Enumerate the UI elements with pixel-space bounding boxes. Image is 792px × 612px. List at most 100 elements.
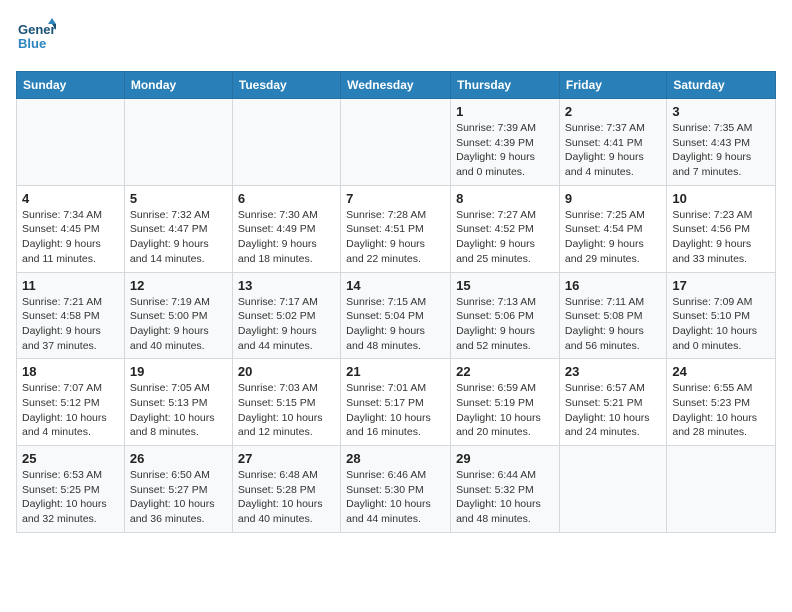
calendar-cell bbox=[559, 446, 666, 533]
weekday-header-thursday: Thursday bbox=[451, 72, 560, 99]
calendar-cell: 17 Sunrise: 7:09 AM Sunset: 5:10 PM Dayli… bbox=[667, 272, 776, 359]
day-number: 21 bbox=[346, 364, 445, 379]
calendar-cell: 27 Sunrise: 6:48 AM Sunset: 5:28 PM Dayli… bbox=[232, 446, 340, 533]
calendar-cell: 24 Sunrise: 6:55 AM Sunset: 5:23 PM Dayli… bbox=[667, 359, 776, 446]
day-info: Sunrise: 7:27 AM Sunset: 4:52 PM Dayligh… bbox=[456, 208, 554, 267]
weekday-header-wednesday: Wednesday bbox=[341, 72, 451, 99]
day-number: 19 bbox=[130, 364, 227, 379]
weekday-header-saturday: Saturday bbox=[667, 72, 776, 99]
day-info: Sunrise: 7:01 AM Sunset: 5:17 PM Dayligh… bbox=[346, 381, 445, 440]
weekday-header-tuesday: Tuesday bbox=[232, 72, 340, 99]
weekday-header-friday: Friday bbox=[559, 72, 666, 99]
logo-icon: General Blue bbox=[16, 16, 56, 56]
day-number: 7 bbox=[346, 191, 445, 206]
day-info: Sunrise: 7:09 AM Sunset: 5:10 PM Dayligh… bbox=[672, 295, 770, 354]
day-number: 9 bbox=[565, 191, 661, 206]
calendar-cell: 13Sunrise: 7:17 AM Sunset: 5:02 PM Dayli… bbox=[232, 272, 340, 359]
calendar-cell bbox=[17, 99, 125, 186]
day-info: Sunrise: 7:03 AM Sunset: 5:15 PM Dayligh… bbox=[238, 381, 335, 440]
day-info: Sunrise: 6:55 AM Sunset: 5:23 PM Dayligh… bbox=[672, 381, 770, 440]
day-number: 13 bbox=[238, 278, 335, 293]
day-info: Sunrise: 7:30 AM Sunset: 4:49 PM Dayligh… bbox=[238, 208, 335, 267]
calendar-cell: 4 Sunrise: 7:34 AM Sunset: 4:45 PM Daylig… bbox=[17, 185, 125, 272]
day-number: 18 bbox=[22, 364, 119, 379]
day-info: Sunrise: 6:57 AM Sunset: 5:21 PM Dayligh… bbox=[565, 381, 661, 440]
calendar-cell: 9Sunrise: 7:25 AM Sunset: 4:54 PM Daylig… bbox=[559, 185, 666, 272]
calendar-cell: 16 Sunrise: 7:11 AM Sunset: 5:08 PM Dayli… bbox=[559, 272, 666, 359]
day-number: 14 bbox=[346, 278, 445, 293]
day-number: 3 bbox=[672, 104, 770, 119]
day-number: 4 bbox=[22, 191, 119, 206]
weekday-header-sunday: Sunday bbox=[17, 72, 125, 99]
day-info: Sunrise: 6:53 AM Sunset: 5:25 PM Dayligh… bbox=[22, 468, 119, 527]
calendar-cell bbox=[124, 99, 232, 186]
day-number: 2 bbox=[565, 104, 661, 119]
day-info: Sunrise: 7:19 AM Sunset: 5:00 PM Dayligh… bbox=[130, 295, 227, 354]
day-number: 5 bbox=[130, 191, 227, 206]
calendar-cell: 11 Sunrise: 7:21 AM Sunset: 4:58 PM Dayli… bbox=[17, 272, 125, 359]
day-info: Sunrise: 7:05 AM Sunset: 5:13 PM Dayligh… bbox=[130, 381, 227, 440]
calendar-cell: 8 Sunrise: 7:27 AM Sunset: 4:52 PM Daylig… bbox=[451, 185, 560, 272]
day-number: 11 bbox=[22, 278, 119, 293]
day-number: 8 bbox=[456, 191, 554, 206]
calendar-cell: 22 Sunrise: 6:59 AM Sunset: 5:19 PM Dayli… bbox=[451, 359, 560, 446]
calendar-cell: 12 Sunrise: 7:19 AM Sunset: 5:00 PM Dayli… bbox=[124, 272, 232, 359]
calendar-cell bbox=[232, 99, 340, 186]
calendar-cell: 7Sunrise: 7:28 AM Sunset: 4:51 PM Daylig… bbox=[341, 185, 451, 272]
day-info: Sunrise: 7:13 AM Sunset: 5:06 PM Dayligh… bbox=[456, 295, 554, 354]
svg-text:Blue: Blue bbox=[18, 36, 46, 51]
calendar-cell: 21 Sunrise: 7:01 AM Sunset: 5:17 PM Dayli… bbox=[341, 359, 451, 446]
day-info: Sunrise: 6:46 AM Sunset: 5:30 PM Dayligh… bbox=[346, 468, 445, 527]
day-info: Sunrise: 7:15 AM Sunset: 5:04 PM Dayligh… bbox=[346, 295, 445, 354]
calendar-cell: 14 Sunrise: 7:15 AM Sunset: 5:04 PM Dayli… bbox=[341, 272, 451, 359]
calendar-cell: 23Sunrise: 6:57 AM Sunset: 5:21 PM Dayli… bbox=[559, 359, 666, 446]
calendar-cell: 6Sunrise: 7:30 AM Sunset: 4:49 PM Daylig… bbox=[232, 185, 340, 272]
calendar-week-5: 25 Sunrise: 6:53 AM Sunset: 5:25 PM Dayli… bbox=[17, 446, 776, 533]
day-info: Sunrise: 7:23 AM Sunset: 4:56 PM Dayligh… bbox=[672, 208, 770, 267]
day-info: Sunrise: 7:07 AM Sunset: 5:12 PM Dayligh… bbox=[22, 381, 119, 440]
day-number: 26 bbox=[130, 451, 227, 466]
day-info: Sunrise: 6:44 AM Sunset: 5:32 PM Dayligh… bbox=[456, 468, 554, 527]
day-info: Sunrise: 7:37 AM Sunset: 4:41 PM Dayligh… bbox=[565, 121, 661, 180]
day-number: 28 bbox=[346, 451, 445, 466]
day-info: Sunrise: 6:59 AM Sunset: 5:19 PM Dayligh… bbox=[456, 381, 554, 440]
day-number: 20 bbox=[238, 364, 335, 379]
calendar-cell: 26Sunrise: 6:50 AM Sunset: 5:27 PM Dayli… bbox=[124, 446, 232, 533]
day-info: Sunrise: 7:21 AM Sunset: 4:58 PM Dayligh… bbox=[22, 295, 119, 354]
calendar-week-4: 18 Sunrise: 7:07 AM Sunset: 5:12 PM Dayli… bbox=[17, 359, 776, 446]
day-number: 12 bbox=[130, 278, 227, 293]
day-number: 17 bbox=[672, 278, 770, 293]
calendar-cell: 3Sunrise: 7:35 AM Sunset: 4:43 PM Daylig… bbox=[667, 99, 776, 186]
calendar-cell: 29 Sunrise: 6:44 AM Sunset: 5:32 PM Dayli… bbox=[451, 446, 560, 533]
day-number: 22 bbox=[456, 364, 554, 379]
day-info: Sunrise: 7:39 AM Sunset: 4:39 PM Dayligh… bbox=[456, 121, 554, 180]
day-info: Sunrise: 7:32 AM Sunset: 4:47 PM Dayligh… bbox=[130, 208, 227, 267]
day-info: Sunrise: 6:48 AM Sunset: 5:28 PM Dayligh… bbox=[238, 468, 335, 527]
weekday-header-monday: Monday bbox=[124, 72, 232, 99]
day-number: 27 bbox=[238, 451, 335, 466]
calendar-week-3: 11 Sunrise: 7:21 AM Sunset: 4:58 PM Dayli… bbox=[17, 272, 776, 359]
day-number: 1 bbox=[456, 104, 554, 119]
calendar-week-2: 4 Sunrise: 7:34 AM Sunset: 4:45 PM Daylig… bbox=[17, 185, 776, 272]
day-number: 16 bbox=[565, 278, 661, 293]
calendar-cell: 25 Sunrise: 6:53 AM Sunset: 5:25 PM Dayli… bbox=[17, 446, 125, 533]
calendar-cell: 19 Sunrise: 7:05 AM Sunset: 5:13 PM Dayli… bbox=[124, 359, 232, 446]
calendar-cell: 5 Sunrise: 7:32 AM Sunset: 4:47 PM Daylig… bbox=[124, 185, 232, 272]
calendar-cell: 1 Sunrise: 7:39 AM Sunset: 4:39 PM Daylig… bbox=[451, 99, 560, 186]
svg-text:General: General bbox=[18, 22, 56, 37]
day-info: Sunrise: 7:34 AM Sunset: 4:45 PM Dayligh… bbox=[22, 208, 119, 267]
calendar-week-1: 1 Sunrise: 7:39 AM Sunset: 4:39 PM Daylig… bbox=[17, 99, 776, 186]
calendar-cell: 18 Sunrise: 7:07 AM Sunset: 5:12 PM Dayli… bbox=[17, 359, 125, 446]
day-number: 24 bbox=[672, 364, 770, 379]
calendar-cell: 2 Sunrise: 7:37 AM Sunset: 4:41 PM Daylig… bbox=[559, 99, 666, 186]
calendar-cell bbox=[667, 446, 776, 533]
day-info: Sunrise: 7:11 AM Sunset: 5:08 PM Dayligh… bbox=[565, 295, 661, 354]
logo: General Blue bbox=[16, 16, 56, 61]
day-number: 29 bbox=[456, 451, 554, 466]
calendar-cell: 15Sunrise: 7:13 AM Sunset: 5:06 PM Dayli… bbox=[451, 272, 560, 359]
calendar-table: SundayMondayTuesdayWednesdayThursdayFrid… bbox=[16, 71, 776, 533]
day-number: 10 bbox=[672, 191, 770, 206]
calendar-cell bbox=[341, 99, 451, 186]
calendar-cell: 28 Sunrise: 6:46 AM Sunset: 5:30 PM Dayli… bbox=[341, 446, 451, 533]
day-number: 25 bbox=[22, 451, 119, 466]
